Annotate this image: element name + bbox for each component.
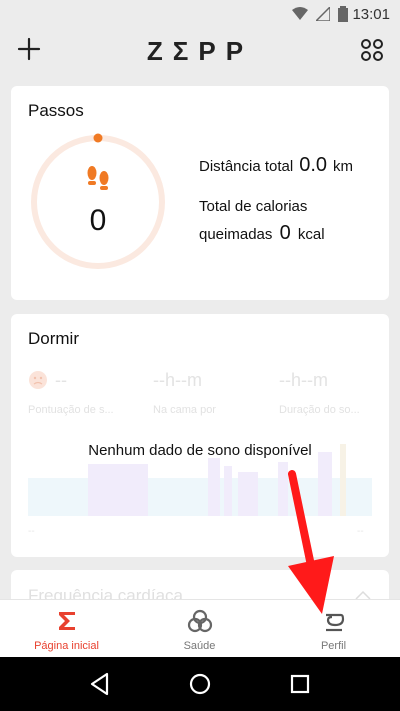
battery-icon: [338, 6, 348, 22]
sleep-score-value: --: [55, 370, 67, 390]
home-icon[interactable]: [187, 671, 213, 697]
distance-unit: km: [333, 158, 354, 175]
top-bar: ZΣPP: [0, 28, 400, 76]
sleep-title: Dormir: [28, 329, 79, 348]
status-bar: 13:01: [0, 0, 400, 28]
back-icon[interactable]: [87, 671, 113, 697]
red-arrow-annotation: [288, 470, 334, 614]
tab-home[interactable]: Página inicial: [0, 600, 133, 658]
calories-label-2: queimadas: [199, 226, 273, 243]
apps-grid-icon[interactable]: [360, 38, 384, 62]
distance-value: 0.0: [299, 154, 328, 176]
calories-label-1: Total de calorias: [199, 198, 308, 215]
in-bed-value: --h--m: [153, 370, 202, 390]
system-nav-bar: [0, 657, 400, 711]
distance-total: Distância total 0.0 km: [199, 154, 353, 177]
status-time: 13:01: [352, 6, 390, 23]
no-sleep-data-message: Nenhum dado de sono disponível: [88, 442, 312, 459]
tab-health[interactable]: Saúde: [133, 600, 266, 658]
distance-label: Distância total: [199, 158, 294, 175]
sleep-duration-value: --h--m: [279, 370, 328, 390]
recents-icon[interactable]: [287, 671, 313, 697]
calories-total: Total de calorias queimadas 0 kcal: [199, 194, 379, 248]
health-icon: [187, 609, 212, 633]
footsteps-icon: [87, 166, 109, 190]
wifi-icon: [292, 7, 308, 20]
sleep-duration-label: Duração do so...: [279, 404, 360, 416]
home-sigma-icon: [58, 612, 75, 630]
tab-health-label: Saúde: [183, 640, 216, 652]
tab-home-label: Página inicial: [34, 640, 99, 652]
sleep-score-label: Pontuação de s...: [28, 404, 114, 416]
calories-unit: kcal: [297, 226, 325, 243]
steps-title: Passos: [28, 101, 84, 120]
sleep-face-icon: [29, 371, 47, 389]
progress-marker: [93, 133, 103, 143]
in-bed-label: Na cama por: [153, 404, 216, 416]
tab-profile-label: Perfil: [320, 640, 347, 652]
signal-icon: [316, 7, 330, 21]
steps-count: 0: [89, 204, 107, 237]
calories-value: 0: [279, 222, 291, 244]
app-logo: ZΣPP: [146, 36, 254, 66]
bottom-tab-bar: Página inicial Saúde Perfil: [0, 599, 400, 658]
steps-card[interactable]: Passos 0 Distância total 0.0 km Total de c…: [11, 86, 389, 300]
status-icons: [292, 6, 348, 22]
sleep-x-label-end: --: [357, 526, 364, 537]
sleep-x-label-start: --: [28, 526, 35, 537]
steps-progress-ring: [31, 133, 165, 269]
